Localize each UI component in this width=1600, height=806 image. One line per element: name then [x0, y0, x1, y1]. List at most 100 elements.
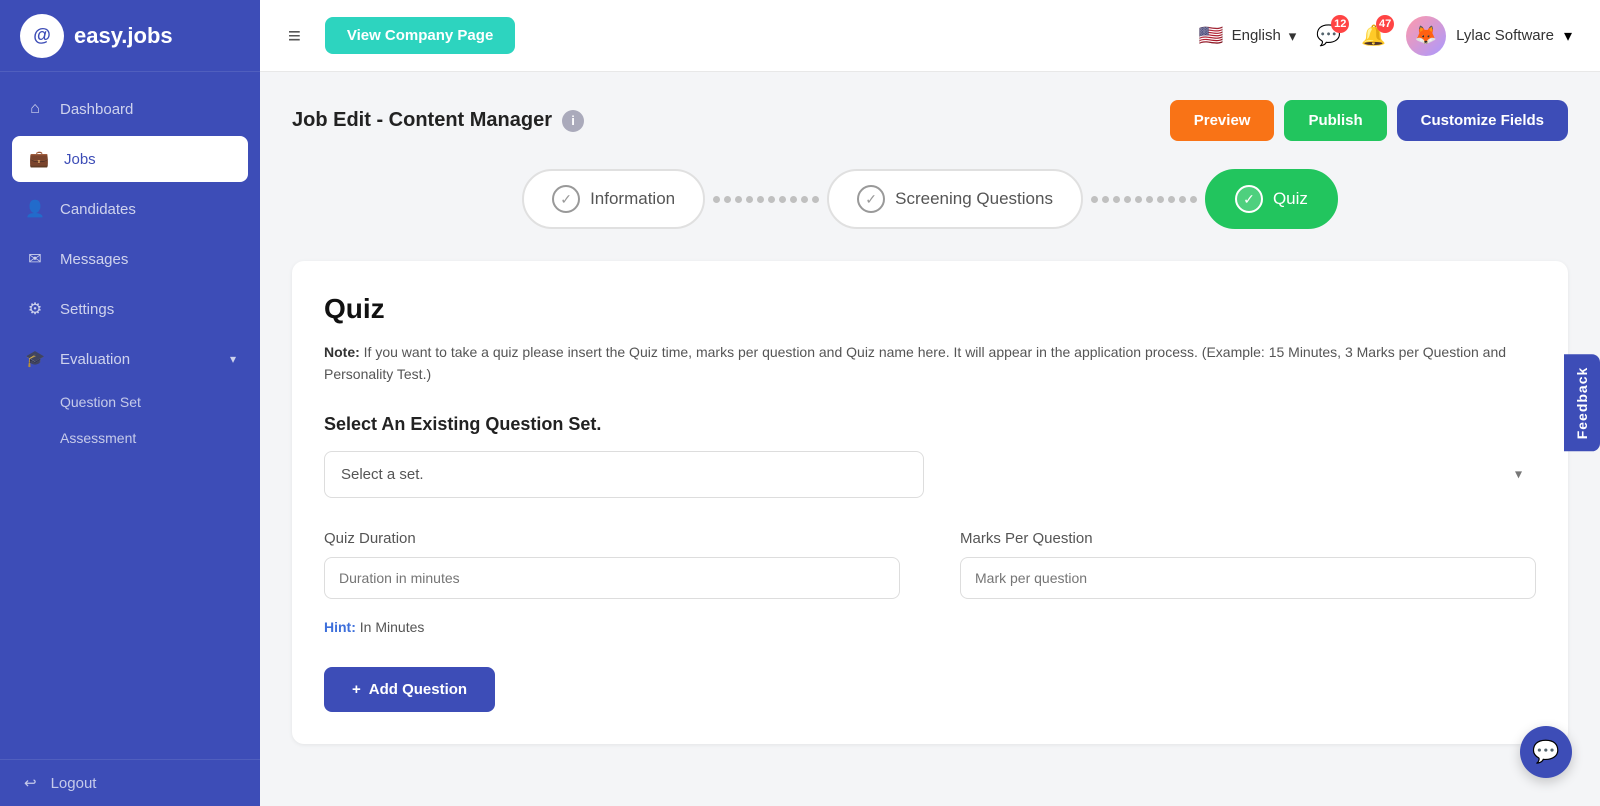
view-company-button[interactable]: View Company Page	[325, 17, 515, 54]
step-quiz-label: Quiz	[1273, 189, 1308, 209]
duration-field-group: Quiz Duration	[324, 530, 900, 599]
dot	[1135, 196, 1142, 203]
page-title-row: Job Edit - Content Manager i	[292, 109, 584, 132]
sidebar-nav: ⌂ Dashboard 💼 Jobs 👤 Candidates ✉ Messag…	[0, 72, 260, 759]
step-information-label: Information	[590, 189, 675, 209]
candidates-icon: 👤	[24, 198, 46, 220]
add-question-label: Add Question	[369, 681, 467, 698]
info-icon[interactable]: i	[562, 110, 584, 132]
dot	[735, 196, 742, 203]
logo-icon: @	[20, 14, 64, 58]
customize-fields-button[interactable]: Customize Fields	[1397, 100, 1568, 141]
note-label: Note:	[324, 344, 360, 360]
quiz-note: Note: If you want to take a quiz please …	[324, 341, 1536, 386]
logo-text: easy.jobs	[74, 23, 173, 49]
marks-per-question-label: Marks Per Question	[960, 530, 1536, 547]
question-set-label: Question Set	[60, 394, 141, 410]
sidebar-label-jobs: Jobs	[64, 151, 96, 168]
home-icon: ⌂	[24, 98, 46, 120]
quiz-duration-label: Quiz Duration	[324, 530, 900, 547]
hint-text: Hint: In Minutes	[324, 619, 1536, 635]
step-screening-label: Screening Questions	[895, 189, 1053, 209]
sidebar-item-jobs[interactable]: 💼 Jobs	[12, 136, 248, 182]
quiz-heading: Quiz	[324, 293, 1536, 325]
sidebar-label-candidates: Candidates	[60, 201, 136, 218]
logo: @ easy.jobs	[0, 0, 260, 72]
topbar: ≡ View Company Page 🇺🇸 English ▾ 💬 12 🔔 …	[260, 0, 1600, 72]
select-section-label: Select An Existing Question Set.	[324, 414, 1536, 435]
wizard-steps: ✓ Information ✓ Screening Questions	[292, 169, 1568, 229]
user-profile[interactable]: 🦊 Lylac Software ▾	[1406, 16, 1572, 56]
dot	[1190, 196, 1197, 203]
chat-bubble-button[interactable]: 💬	[1520, 726, 1572, 778]
sidebar-label-dashboard: Dashboard	[60, 101, 133, 118]
sidebar-item-settings[interactable]: ⚙ Settings	[0, 284, 260, 334]
dot	[724, 196, 731, 203]
content-area: Job Edit - Content Manager i Preview Pub…	[260, 72, 1600, 806]
step-screening[interactable]: ✓ Screening Questions	[827, 169, 1083, 229]
dot	[1102, 196, 1109, 203]
logout-icon: ↩	[24, 774, 37, 792]
page-title: Job Edit - Content Manager	[292, 109, 552, 132]
hamburger-menu-icon[interactable]: ≡	[288, 23, 301, 49]
user-chevron-icon: ▾	[1564, 26, 1572, 46]
dot	[746, 196, 753, 203]
sidebar-subitem-assessment[interactable]: Assessment	[0, 420, 260, 456]
notification-badge: 47	[1376, 15, 1394, 33]
flag-icon: 🇺🇸	[1199, 23, 1224, 48]
quiz-card: Quiz Note: If you want to take a quiz pl…	[292, 261, 1568, 744]
feedback-panel: Feedback	[1564, 355, 1600, 452]
question-set-select[interactable]: Select a set.	[324, 451, 924, 498]
sidebar-label-evaluation: Evaluation	[60, 351, 130, 368]
dot	[1157, 196, 1164, 203]
dot	[1124, 196, 1131, 203]
step-screening-icon: ✓	[857, 185, 885, 213]
select-chevron-icon: ▾	[1515, 466, 1522, 483]
step-quiz[interactable]: ✓ Quiz	[1205, 169, 1338, 229]
sidebar-item-messages[interactable]: ✉ Messages	[0, 234, 260, 284]
add-icon: +	[352, 681, 361, 698]
sidebar-label-settings: Settings	[60, 301, 114, 318]
assessment-label: Assessment	[60, 430, 136, 446]
main-area: ≡ View Company Page 🇺🇸 English ▾ 💬 12 🔔 …	[260, 0, 1600, 806]
user-name: Lylac Software	[1456, 27, 1554, 44]
hint-value: In Minutes	[360, 619, 425, 635]
chat-badge: 12	[1331, 15, 1349, 33]
sidebar: @ easy.jobs ⌂ Dashboard 💼 Jobs 👤 Candida…	[0, 0, 260, 806]
dot	[768, 196, 775, 203]
settings-icon: ⚙	[24, 298, 46, 320]
marks-input[interactable]	[960, 557, 1536, 599]
notification-button[interactable]: 🔔 47	[1361, 23, 1386, 48]
sidebar-item-evaluation[interactable]: 🎓 Evaluation ▾	[0, 334, 260, 384]
duration-input[interactable]	[324, 557, 900, 599]
sidebar-item-candidates[interactable]: 👤 Candidates	[0, 184, 260, 234]
marks-field-group: Marks Per Question	[960, 530, 1536, 599]
messages-icon: ✉	[24, 248, 46, 270]
language-chevron-icon: ▾	[1289, 27, 1297, 45]
language-selector[interactable]: 🇺🇸 English ▾	[1199, 23, 1297, 48]
dot	[1113, 196, 1120, 203]
dot	[713, 196, 720, 203]
sidebar-subitem-question-set[interactable]: Question Set	[0, 384, 260, 420]
hint-label: Hint:	[324, 619, 356, 635]
dot	[812, 196, 819, 203]
language-label: English	[1232, 27, 1281, 44]
dot	[1091, 196, 1098, 203]
publish-button[interactable]: Publish	[1284, 100, 1386, 141]
chat-bubble-icon: 💬	[1532, 739, 1559, 765]
jobs-icon: 💼	[28, 148, 50, 170]
step-information[interactable]: ✓ Information	[522, 169, 705, 229]
chat-button[interactable]: 💬 12	[1316, 23, 1341, 48]
dot	[801, 196, 808, 203]
add-question-button[interactable]: + Add Question	[324, 667, 495, 712]
dot	[1168, 196, 1175, 203]
step-information-icon: ✓	[552, 185, 580, 213]
logout-button[interactable]: ↩ Logout	[0, 759, 260, 806]
preview-button[interactable]: Preview	[1170, 100, 1275, 141]
step-dots-2	[1083, 196, 1205, 203]
step-dots-1	[705, 196, 827, 203]
sidebar-item-dashboard[interactable]: ⌂ Dashboard	[0, 84, 260, 134]
evaluation-icon: 🎓	[24, 348, 46, 370]
feedback-button[interactable]: Feedback	[1564, 355, 1600, 452]
dot	[1179, 196, 1186, 203]
